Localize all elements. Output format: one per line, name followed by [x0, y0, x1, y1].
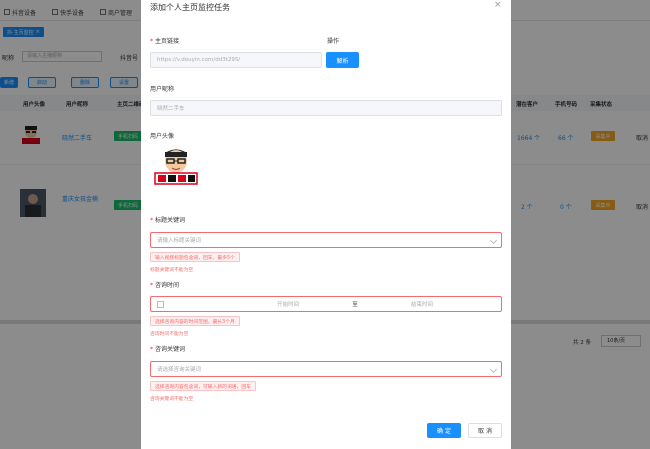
label-text: 咨询时间	[155, 282, 180, 289]
consult-keyword-select[interactable]: 请选择咨询关键词	[150, 361, 502, 377]
calendar-icon	[157, 300, 164, 308]
required-mark: *	[150, 38, 153, 45]
hint-tooltip: 选择咨询内容的时间范围，最长3个月	[150, 316, 240, 326]
nickname-input: 晓然二手车	[150, 100, 502, 116]
parse-button[interactable]: 解析	[326, 52, 359, 68]
hint-tooltip: 输入视频标题包含词，回车，最多5个	[150, 252, 240, 262]
date-range-picker[interactable]: 开始时间 至 结束时间	[150, 296, 502, 312]
close-icon[interactable]: ×	[494, 0, 502, 10]
required-mark: *	[150, 217, 153, 224]
validation-error: 咨询关键词不能为空	[150, 397, 194, 402]
user-avatar-image	[154, 146, 198, 186]
range-separator: 至	[352, 302, 358, 308]
dialog-title: 添加个人主页监控任务	[150, 3, 230, 12]
confirm-button[interactable]: 确 定	[427, 423, 461, 438]
nickname-label: 用户昵称	[150, 86, 175, 93]
start-date-input[interactable]: 开始时间	[277, 300, 299, 308]
chevron-down-icon	[489, 365, 498, 374]
label-text: 主页链接	[155, 38, 180, 45]
homepage-link-label: * 主页链接	[150, 36, 179, 45]
validation-error: 咨询时间不能为空	[150, 332, 189, 337]
add-monitor-task-dialog: 添加个人主页监控任务 × * 主页链接 操作 https://v.douyin.c…	[141, 0, 511, 449]
required-mark: *	[150, 282, 153, 289]
label-text: 标题关键词	[155, 217, 186, 224]
homepage-link-input[interactable]: https://v.douyin.com/dd3t29S/	[150, 52, 322, 68]
placeholder: 请选择咨询关键词	[157, 367, 202, 373]
title-keyword-select[interactable]: 请输入标题关键词	[150, 232, 502, 248]
validation-error: 标题关键词不能为空	[150, 268, 194, 273]
cancel-button[interactable]: 取 消	[468, 423, 502, 438]
consult-time-label: * 咨询时间	[150, 280, 179, 289]
chevron-down-icon	[489, 236, 498, 245]
title-keyword-label: * 标题关键词	[150, 215, 185, 224]
avatar-label: 用户头像	[150, 133, 175, 140]
end-date-input[interactable]: 结束时间	[411, 300, 433, 308]
placeholder: 请输入标题关键词	[157, 238, 202, 244]
label-text: 咨询关键词	[155, 346, 186, 353]
operation-label: 操作	[327, 38, 340, 45]
hint-tooltip: 选择咨询内容包含词，可输入新的词语，回车	[150, 381, 256, 391]
required-mark: *	[150, 346, 153, 353]
consult-keyword-label: * 咨询关键词	[150, 344, 185, 353]
